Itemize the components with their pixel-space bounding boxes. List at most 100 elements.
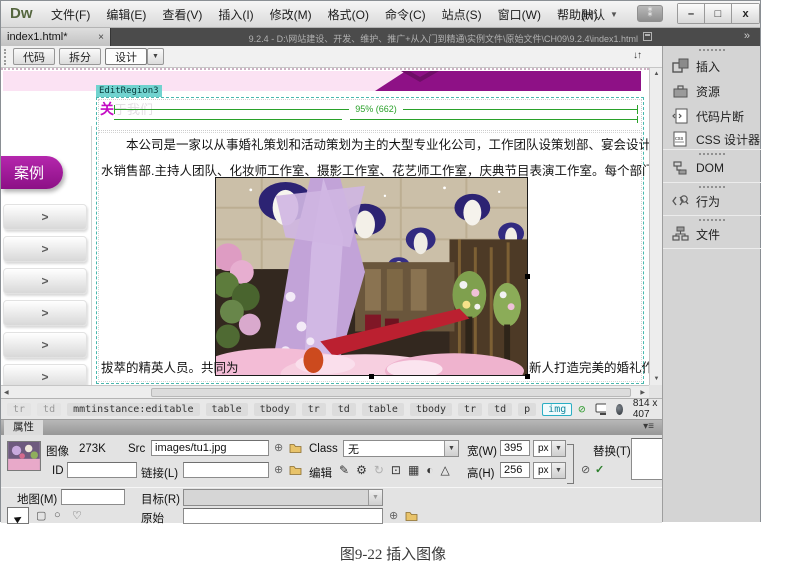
tag-tbody[interactable]: tbody <box>254 403 296 416</box>
chevron-down-icon[interactable]: ▼ <box>551 463 565 478</box>
selection-handle-bottom[interactable] <box>369 374 374 379</box>
link-field[interactable] <box>183 462 269 478</box>
tag-tr[interactable]: tr <box>302 403 326 416</box>
panel-menu-icon[interactable]: ▾≡ <box>643 421 654 432</box>
inserted-image[interactable] <box>215 177 528 376</box>
body-text-below-left[interactable]: 拔萃的精英人员。共同为 <box>101 357 239 376</box>
tag-p[interactable]: p <box>518 403 536 416</box>
dock-gripper[interactable] <box>699 49 725 51</box>
design-view[interactable]: 案例 > > > > > > EditRegion3 关于我们 95% (662… <box>1 68 649 385</box>
browse-folder-icon[interactable] <box>289 464 302 475</box>
window-size-indicator[interactable]: 814 x 407 <box>633 398 660 420</box>
wh-constrain-icon[interactable] <box>567 444 574 484</box>
dock-item-files[interactable]: 文件 <box>663 222 761 246</box>
properties-tab[interactable]: 属性 <box>4 420 43 435</box>
tag-tr[interactable]: tr <box>7 403 31 416</box>
brightness-contrast-icon[interactable]: ◐ <box>426 463 433 477</box>
crop-icon[interactable]: ⊡ <box>391 463 401 477</box>
resample-icon[interactable]: ▦ <box>408 463 419 477</box>
chevron-down-icon[interactable]: ▼ <box>444 441 458 456</box>
scrollbar-thumb[interactable] <box>151 388 631 397</box>
scroll-right-icon[interactable]: ▶ <box>640 389 645 396</box>
width-field[interactable]: 395 <box>500 440 530 456</box>
rect-hotspot-tool[interactable]: ▢ <box>36 509 46 522</box>
tag-mmtinstance-editable[interactable]: mmtinstance:editable <box>67 403 199 416</box>
selection-handle-right[interactable] <box>525 274 530 279</box>
dock-gripper[interactable] <box>699 219 725 221</box>
tag-table[interactable]: table <box>362 403 404 416</box>
src-field[interactable]: images/tu1.jpg <box>151 440 269 456</box>
browse-folder-icon[interactable] <box>289 442 302 453</box>
target-select[interactable]: ▼ <box>183 489 383 506</box>
menu-edit[interactable]: 编辑(E) <box>98 6 154 23</box>
dock-item-css-designer[interactable]: css CSS 设计器 <box>663 127 761 151</box>
height-field[interactable]: 256 <box>500 462 530 478</box>
editable-region-label[interactable]: EditRegion3 <box>96 85 162 97</box>
dock-gripper[interactable] <box>699 153 725 155</box>
document-tab[interactable]: index1.html* × <box>1 28 111 46</box>
tag-td[interactable]: td <box>37 403 61 416</box>
height-unit-select[interactable]: px ▼ <box>533 462 566 479</box>
scroll-left-icon[interactable]: ◀ <box>4 389 9 396</box>
multiscreen-preview-icon[interactable] <box>595 403 606 416</box>
menu-format[interactable]: 格式(O) <box>320 6 377 23</box>
point-to-file-icon[interactable]: ⊕ <box>274 463 283 476</box>
browse-folder-icon[interactable] <box>405 510 418 521</box>
tag-table[interactable]: table <box>206 403 248 416</box>
table-width-label[interactable]: 95% (662) <box>349 104 403 114</box>
point-to-file-icon[interactable]: ⊕ <box>389 509 398 522</box>
workspace-switcher[interactable]: 默认 ▼ <box>574 6 625 23</box>
minimize-button[interactable]: – <box>678 4 705 23</box>
body-text-below-right[interactable]: 新人打造完美的婚礼作出 <box>529 357 649 376</box>
split-view-button[interactable]: 拆分 <box>59 48 101 65</box>
dock-item-behaviors[interactable]: 行为 <box>663 189 761 213</box>
menu-file[interactable]: 文件(F) <box>43 6 98 23</box>
id-field[interactable] <box>67 462 137 478</box>
tag-tr[interactable]: tr <box>458 403 482 416</box>
menu-view[interactable]: 查看(V) <box>154 6 210 23</box>
original-field[interactable] <box>183 508 383 524</box>
pointer-tool-button[interactable]: ▶ <box>7 507 29 524</box>
design-view-button[interactable]: 设计 <box>105 48 147 65</box>
tag-td[interactable]: td <box>332 403 356 416</box>
menu-modify[interactable]: 修改(M) <box>262 6 320 23</box>
menu-insert[interactable]: 插入(I) <box>210 6 261 23</box>
point-to-file-icon[interactable]: ⊕ <box>274 441 283 454</box>
update-original-icon[interactable]: ↻ <box>374 463 384 477</box>
menu-window[interactable]: 窗口(W) <box>490 6 549 23</box>
tag-td[interactable]: td <box>488 403 512 416</box>
edit-settings-icon[interactable]: ⚙ <box>356 463 367 477</box>
map-field[interactable] <box>61 489 125 505</box>
dock-gripper[interactable] <box>699 186 725 188</box>
commit-size-icon[interactable]: ✓ <box>595 463 604 476</box>
dock-item-assets[interactable]: 资源 <box>663 79 761 103</box>
table-width-indicator[interactable]: 95% (662) <box>114 104 638 114</box>
app-extras-button[interactable]: ⁑ <box>637 5 663 22</box>
horizontal-scrollbar[interactable]: ◀ ▶ <box>1 385 649 398</box>
class-select[interactable]: 无 ▼ <box>343 440 459 457</box>
file-management-icon[interactable]: ↓↑ <box>633 50 641 61</box>
chevron-down-icon[interactable]: ▼ <box>551 441 565 456</box>
polygon-hotspot-tool[interactable]: ♡ <box>72 509 82 522</box>
dock-item-snippets[interactable]: 代码片断 <box>663 104 761 128</box>
preview-globe-icon[interactable] <box>616 404 623 415</box>
tab-close-icon[interactable]: × <box>98 32 104 43</box>
close-button[interactable]: x <box>732 4 759 23</box>
sharpen-icon[interactable]: △ <box>441 463 450 477</box>
restore-panel-icon[interactable] <box>643 32 652 41</box>
dock-item-insert[interactable]: 插入 <box>663 54 761 78</box>
vertical-scrollbar[interactable]: ▲ ▼ <box>649 68 662 385</box>
maximize-button[interactable]: □ <box>705 4 732 23</box>
width-unit-select[interactable]: px ▼ <box>533 440 566 457</box>
dock-item-dom[interactable]: DOM <box>663 156 761 180</box>
oval-hotspot-tool[interactable]: ○ <box>54 509 61 521</box>
edit-pencil-icon[interactable]: ✎ <box>339 463 349 477</box>
code-view-button[interactable]: 代码 <box>13 48 55 65</box>
reset-size-icon[interactable]: ⊘ <box>581 463 590 476</box>
tag-img-selected[interactable]: img <box>542 403 572 416</box>
menu-commands[interactable]: 命令(C) <box>377 6 434 23</box>
tag-tbody[interactable]: tbody <box>410 403 452 416</box>
menu-site[interactable]: 站点(S) <box>434 6 490 23</box>
design-view-caret[interactable]: ▼ <box>147 48 164 65</box>
body-paragraph-line1[interactable]: 本公司是一家以从事婚礼策划和活动策划为主的大型专业化公司，工作团队设策划部、宴会… <box>101 134 643 153</box>
